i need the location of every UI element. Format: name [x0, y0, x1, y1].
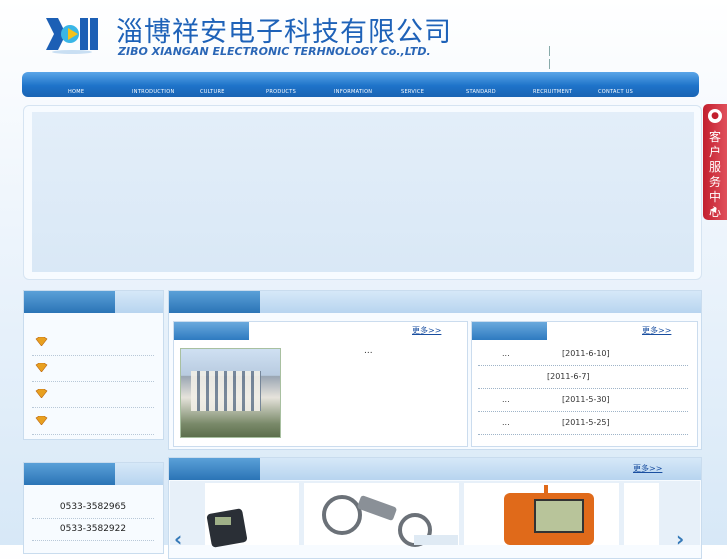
- news-title: ...: [502, 418, 510, 427]
- nav-standard[interactable]: STANDARD: [466, 89, 496, 95]
- news-date: [2011-5-30]: [562, 395, 610, 404]
- news-more-link[interactable]: 更多>>: [642, 325, 671, 336]
- product-thumb[interactable]: [205, 483, 299, 548]
- nav-culture[interactable]: CULTURE: [200, 89, 225, 95]
- panel-title-tab: [169, 458, 260, 480]
- diamond-bullet-icon: [35, 337, 48, 346]
- news-row[interactable]: ... [2011-5-25]: [478, 411, 688, 435]
- contact-panel: 0533-3582965 0533-3582922: [23, 462, 164, 554]
- main-content-panel: 更多>> ... 更多>> ... [2011-6-10] [2011-6-7]…: [168, 290, 702, 450]
- intro-title-tab: [174, 322, 249, 340]
- contact-phone: 0533-3582965: [32, 496, 154, 519]
- nav-home[interactable]: HOME: [68, 89, 84, 95]
- company-building-photo[interactable]: [180, 348, 281, 438]
- nav-recruitment[interactable]: RECRUITMENT: [533, 89, 572, 95]
- company-intro-box: 更多>> ...: [173, 321, 468, 447]
- carousel-next-icon[interactable]: ›: [676, 527, 684, 551]
- company-logo-icon[interactable]: [44, 12, 100, 56]
- news-date: [2011-6-7]: [547, 372, 590, 381]
- intro-text: ...: [364, 346, 373, 356]
- products-more-link[interactable]: 更多>>: [633, 463, 662, 474]
- category-item[interactable]: [32, 381, 154, 408]
- news-title: ...: [502, 395, 510, 404]
- diamond-bullet-icon: [35, 389, 48, 398]
- product-thumb[interactable]: [304, 483, 459, 547]
- news-box: 更多>> ... [2011-6-10] [2011-6-7] ... [201…: [471, 321, 698, 447]
- category-item[interactable]: [32, 408, 154, 435]
- collapse-arrow-icon[interactable]: ◀: [710, 205, 716, 214]
- panel-title-tab: [169, 291, 260, 313]
- diamond-bullet-icon: [35, 363, 48, 372]
- banner-image[interactable]: [32, 112, 694, 272]
- product-thumb[interactable]: [624, 483, 659, 545]
- category-item[interactable]: [32, 355, 154, 382]
- category-item[interactable]: [32, 329, 154, 356]
- nav-products[interactable]: PRODUCTS: [266, 89, 296, 95]
- qq-penguin-icon: ●: [708, 109, 722, 123]
- news-row[interactable]: [2011-6-7]: [478, 365, 688, 389]
- carousel-prev-icon[interactable]: ‹: [174, 527, 182, 551]
- nav-introduction[interactable]: INTRODUCTION: [132, 89, 174, 95]
- company-name-cn: 淄博祥安电子科技有限公司: [116, 17, 452, 48]
- main-nav: HOME INTRODUCTION CULTURE PRODUCTS INFOR…: [22, 72, 699, 97]
- header-separators: [549, 46, 569, 69]
- news-date: [2011-6-10]: [562, 349, 610, 358]
- panel-title-tab: [24, 291, 115, 313]
- nav-service[interactable]: SERVICE: [401, 89, 424, 95]
- intro-more-link[interactable]: 更多>>: [412, 325, 441, 336]
- news-row[interactable]: ... [2011-5-30]: [478, 388, 688, 412]
- product-category-panel: [23, 290, 164, 440]
- news-title: ...: [502, 349, 510, 358]
- nav-contact-us[interactable]: CONTACT US: [598, 89, 633, 95]
- news-row[interactable]: ... [2011-6-10]: [478, 342, 688, 366]
- product-thumb[interactable]: [464, 483, 619, 545]
- contact-phone: 0533-3582922: [32, 518, 154, 541]
- nav-information[interactable]: INFORMATION: [334, 89, 372, 95]
- news-date: [2011-5-25]: [562, 418, 610, 427]
- news-title-tab: [472, 322, 547, 340]
- panel-title-tab: [24, 463, 115, 485]
- diamond-bullet-icon: [35, 416, 48, 425]
- customer-service-tab[interactable]: ● 客户服务中心 ◀: [703, 104, 727, 220]
- company-name-en: ZIBO XIANGAN ELECTRONIC TERHNOLOGY Co.,L…: [118, 45, 431, 58]
